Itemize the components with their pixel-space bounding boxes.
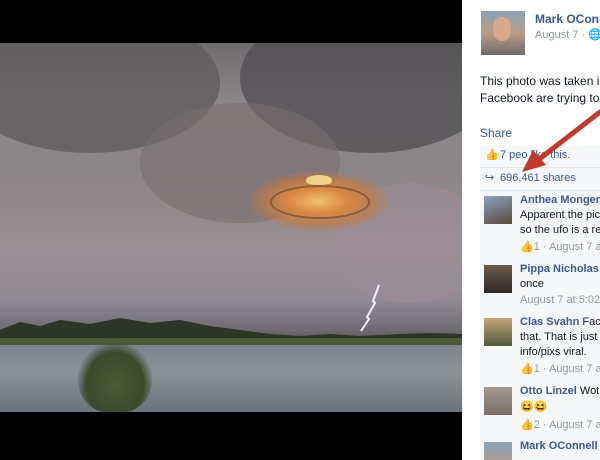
commenter-name[interactable]: Mark OConnell — [520, 440, 598, 452]
treeline — [0, 318, 462, 348]
comment-text: info/pixs viral. — [520, 346, 587, 358]
commenter-name[interactable]: Pippa Nicholas — [520, 263, 599, 275]
likes-text[interactable]: 7 peo like this. — [500, 149, 570, 161]
share-arrow-icon: ↪ — [485, 172, 495, 184]
commenter-name[interactable]: Clas Svahn Fac — [520, 316, 600, 328]
comment: Anthea Monger Apparent the pic so the uf… — [480, 194, 600, 256]
post-sidebar: Mark OConn August 7 · 🌐 This photo was t… — [462, 0, 600, 460]
tree — [78, 343, 152, 412]
photo-viewer — [0, 0, 462, 460]
comment: Otto Linzel Wot 😆😆 👍2 · August 7 a — [480, 385, 600, 433]
comment-meta[interactable]: 👍1 · August 7 a — [520, 362, 600, 375]
comment-meta[interactable]: 👍2 · August 7 a — [520, 418, 600, 431]
comment-meta[interactable]: August 7 at 5:02 — [520, 294, 600, 306]
thumbs-up-icon: 👍 — [485, 149, 499, 161]
comment-text: once — [520, 278, 544, 290]
commenter-name[interactable]: Anthea Monger — [520, 194, 600, 206]
commenter-avatar[interactable] — [484, 387, 512, 415]
comment-meta[interactable]: 👍1 · August 7 a — [520, 240, 600, 253]
comment: Clas Svahn Fac that. That is just info/p… — [480, 316, 600, 378]
author-name[interactable]: Mark OConn — [535, 12, 600, 26]
comment-text: that. That is just — [520, 331, 598, 343]
shares-count[interactable]: 696,461 shares — [500, 172, 576, 184]
commenter-name-text[interactable]: Clas Svahn — [520, 316, 579, 328]
comment: Mark OConnell — [480, 440, 600, 460]
commenter-name[interactable]: Otto Linzel Wot — [520, 385, 599, 397]
author-avatar[interactable] — [481, 11, 525, 55]
lightning-bolt — [360, 284, 380, 332]
comment-text-start: Fac — [579, 316, 600, 328]
commenter-avatar[interactable] — [484, 265, 512, 293]
comment-text-start: Wot — [576, 385, 600, 397]
comment-text: Apparent the pic — [520, 209, 600, 221]
post-photo[interactable] — [0, 43, 462, 412]
commenter-name-text[interactable]: Otto Linzel — [520, 385, 577, 397]
commenter-avatar[interactable] — [484, 442, 512, 460]
comment-emoji: 😆😆 — [520, 401, 548, 413]
comment-text: so the ufo is a re — [520, 224, 600, 236]
ufo-rim — [270, 185, 370, 219]
commenter-avatar[interactable] — [484, 196, 512, 224]
comment: Pippa Nicholas once August 7 at 5:02 — [480, 263, 600, 309]
ufo-top — [306, 175, 332, 185]
likes-row[interactable]: 👍 7 peo like this. — [480, 145, 600, 168]
post-text-line: This photo was taken i — [480, 74, 600, 88]
post-text: This photo was taken i Facebook are tryi… — [480, 73, 600, 107]
post-text-line: Facebook are trying to — [480, 91, 600, 105]
post-date[interactable]: August 7 · 🌐 — [535, 28, 600, 41]
lake-water — [0, 345, 462, 412]
commenter-avatar[interactable] — [484, 318, 512, 346]
feedback-panel: 👍 7 peo like this. ↪ 696,461 shares Anth… — [480, 145, 600, 460]
share-button[interactable]: Share — [480, 126, 512, 140]
shares-row[interactable]: ↪ 696,461 shares — [480, 168, 600, 191]
